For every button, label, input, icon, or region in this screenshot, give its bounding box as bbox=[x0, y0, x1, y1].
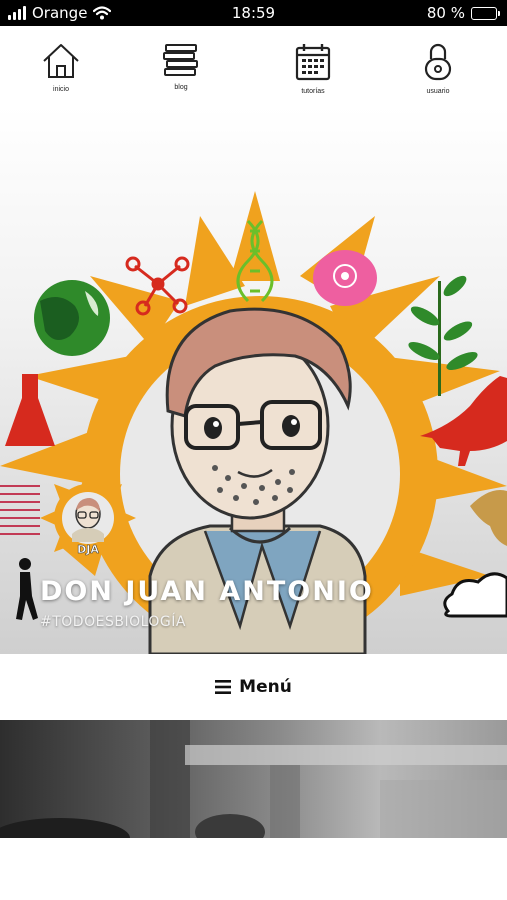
nav-item-usuario[interactable]: usuario bbox=[398, 42, 478, 95]
site-tagline: #TODOESBIOLOGÍA bbox=[40, 614, 186, 630]
nav-item-inicio[interactable]: inicio bbox=[21, 42, 101, 93]
globe-icon bbox=[34, 280, 110, 356]
top-nav: inicio blog tutorías usuario bbox=[0, 26, 507, 106]
status-bar: Orange 18:59 80 % bbox=[0, 0, 507, 26]
battery-icon bbox=[471, 6, 500, 20]
nav-label: inicio bbox=[53, 86, 69, 93]
page-body bbox=[0, 838, 507, 900]
lock-icon bbox=[424, 43, 452, 81]
books-icon bbox=[163, 44, 198, 76]
flask-icon bbox=[5, 374, 55, 446]
hero-banner: DJA DON JUAN ANTONIO #TODOESBIOLOGÍA bbox=[0, 106, 507, 654]
walking-person-icon bbox=[16, 558, 38, 620]
battery-percent: 80 % bbox=[426, 4, 465, 22]
home-icon bbox=[43, 44, 79, 78]
svg-text:DJA: DJA bbox=[77, 543, 99, 556]
nav-label: usuario bbox=[426, 88, 450, 95]
hamburger-icon bbox=[215, 680, 232, 694]
horse-icon bbox=[470, 490, 507, 546]
calendar-icon bbox=[295, 44, 331, 81]
hero-illustration: DJA bbox=[0, 106, 507, 654]
menu-toggle-button[interactable]: Menú bbox=[0, 654, 507, 720]
menu-label: Menú bbox=[239, 677, 292, 697]
photo-shapes bbox=[0, 720, 507, 838]
featured-image[interactable] bbox=[0, 720, 507, 838]
dja-logo: DJA bbox=[40, 470, 136, 566]
nav-label: tutorías bbox=[301, 88, 325, 95]
nav-label: blog bbox=[174, 84, 188, 91]
cell-icon bbox=[313, 250, 377, 306]
nav-item-tutorias[interactable]: tutorías bbox=[273, 42, 353, 95]
nav-item-blog[interactable]: blog bbox=[141, 42, 221, 91]
site-title[interactable]: DON JUAN ANTONIO bbox=[40, 576, 374, 607]
stripes bbox=[0, 485, 40, 535]
